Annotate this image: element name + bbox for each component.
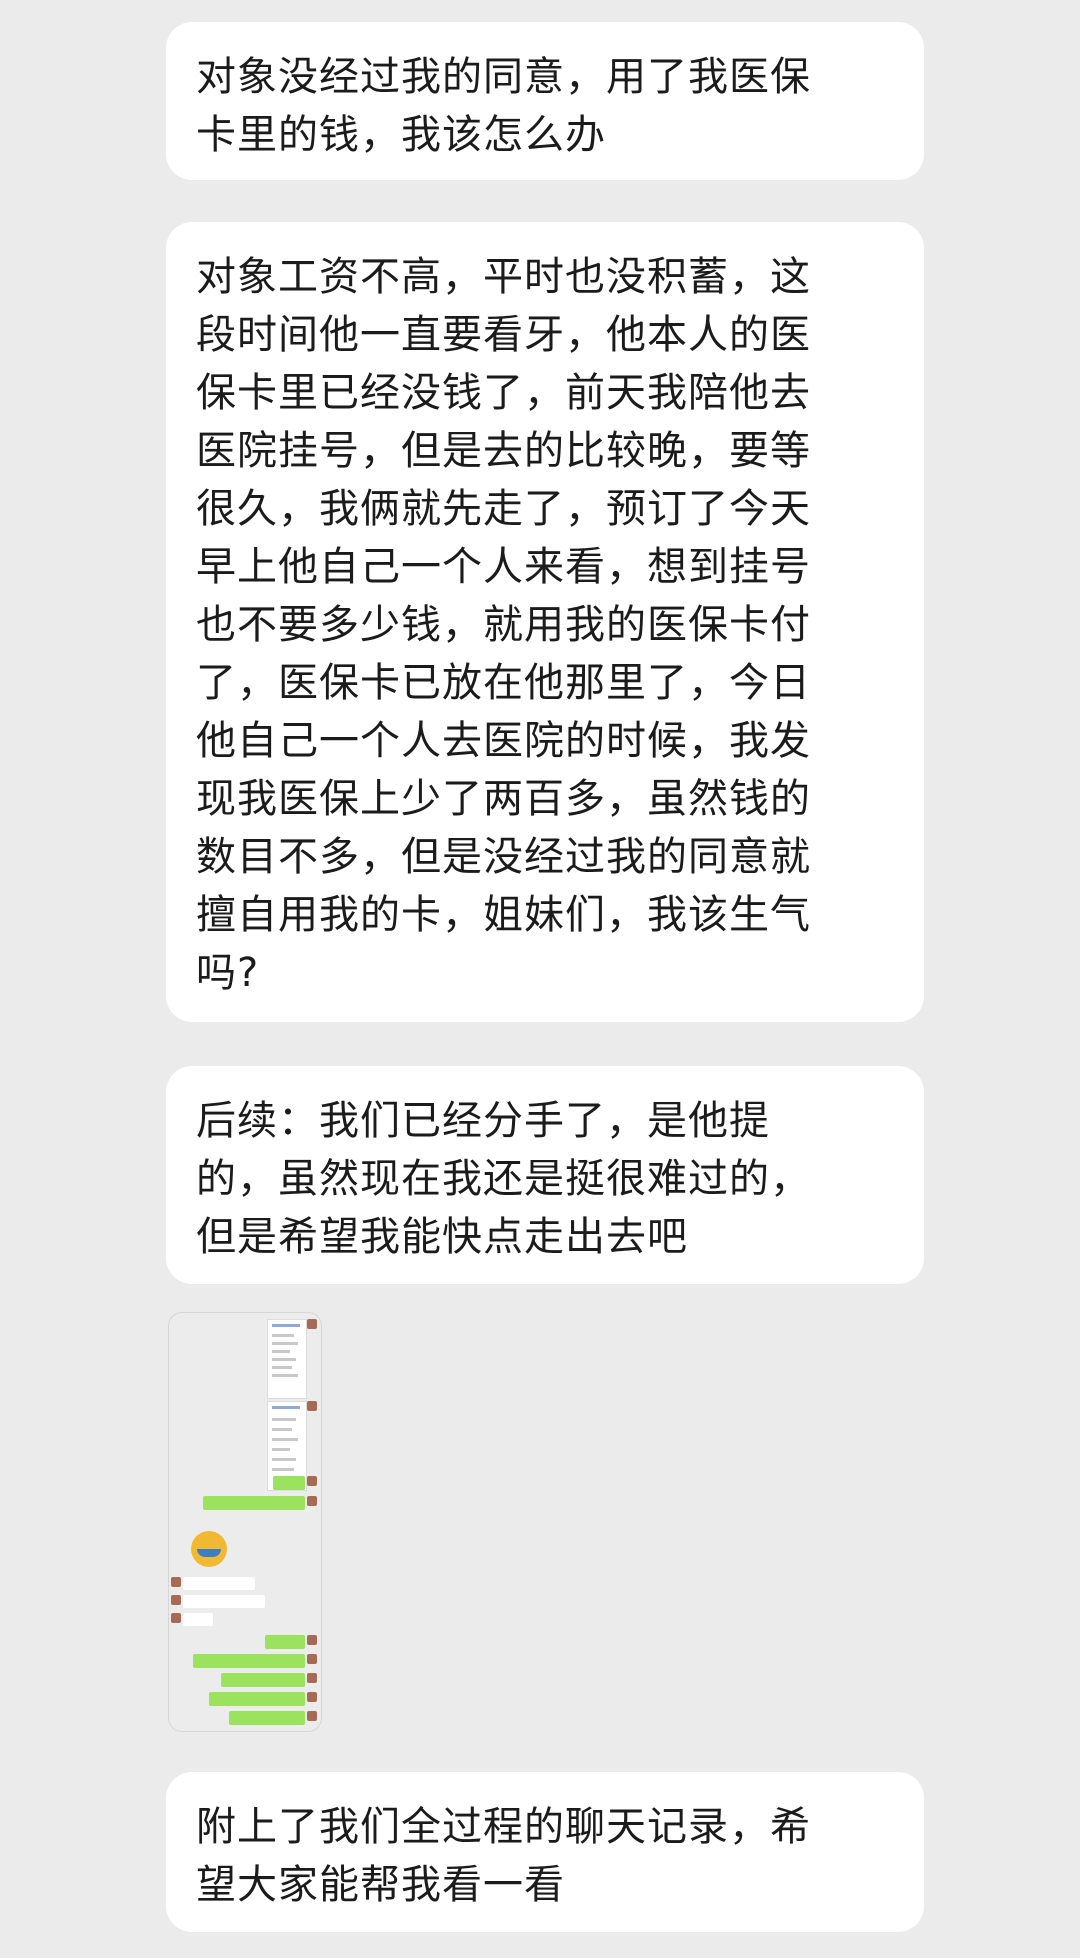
- avatar: [171, 1595, 181, 1605]
- thumb-bubble: [183, 1577, 255, 1590]
- avatar: [307, 1476, 317, 1486]
- thumb-bubble: [193, 1654, 305, 1668]
- chat-screenshot-thumbnail[interactable]: [168, 1312, 322, 1732]
- message-text: 对象没经过我的同意，用了我医保 卡里的钱，我该怎么办: [196, 54, 811, 158]
- avatar: [307, 1673, 317, 1683]
- message-bubble[interactable]: 对象工资不高，平时也没积蓄，这 段时间他一直要看牙，他本人的医 保卡里已经没钱了…: [166, 222, 924, 1022]
- avatar: [307, 1319, 317, 1329]
- thumb-shared-card: [267, 1319, 307, 1399]
- message-bubble[interactable]: 对象没经过我的同意，用了我医保 卡里的钱，我该怎么办: [166, 22, 924, 180]
- thumb-bubble: [183, 1595, 265, 1608]
- message-text: 对象工资不高，平时也没积蓄，这 段时间他一直要看牙，他本人的医 保卡里已经没钱了…: [196, 254, 811, 996]
- avatar: [171, 1577, 181, 1587]
- message-bubble[interactable]: 附上了我们全过程的聊天记录，希 望大家能帮我看一看: [166, 1772, 924, 1932]
- message-bubble[interactable]: 后续：我们已经分手了，是他提 的，虽然现在我还是挺很难过的， 但是希望我能快点走…: [166, 1066, 924, 1284]
- thumb-bubble: [229, 1711, 305, 1725]
- thumb-bubble: [203, 1496, 305, 1510]
- message-text: 附上了我们全过程的聊天记录，希 望大家能帮我看一看: [196, 1804, 811, 1908]
- thumb-bubble: [209, 1692, 305, 1706]
- avatar: [307, 1401, 317, 1411]
- avatar: [307, 1692, 317, 1702]
- avatar: [307, 1635, 317, 1645]
- avatar: [307, 1711, 317, 1721]
- avatar: [307, 1654, 317, 1664]
- thumb-bubble: [265, 1635, 305, 1649]
- emoji-icon: [191, 1531, 227, 1567]
- thumb-bubble: [183, 1613, 213, 1626]
- avatar: [307, 1496, 317, 1506]
- message-text: 后续：我们已经分手了，是他提 的，虽然现在我还是挺很难过的， 但是希望我能快点走…: [196, 1098, 811, 1260]
- thumb-bubble: [273, 1476, 305, 1490]
- avatar: [171, 1613, 181, 1623]
- thumb-bubble: [221, 1673, 305, 1687]
